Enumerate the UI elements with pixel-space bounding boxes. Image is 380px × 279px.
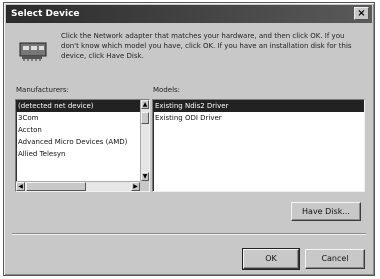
scrollbar-corner — [140, 181, 149, 191]
scroll-down-arrow-icon[interactable]: ▼ — [141, 172, 149, 181]
manufacturer-list-item[interactable]: Accton — [16, 124, 149, 136]
scroll-thumb[interactable] — [141, 112, 149, 124]
scroll-up-arrow-icon[interactable]: ▲ — [141, 100, 149, 109]
network-adapter-icon — [19, 42, 47, 61]
models-list[interactable]: Existing Ndis2 Driver Existing ODI Driver — [152, 99, 365, 192]
horizontal-scroll-thumb[interactable] — [26, 182, 86, 191]
manufacturers-vertical-scrollbar[interactable]: ▲ ▼ — [140, 100, 149, 181]
close-button[interactable]: × — [354, 7, 369, 20]
manufacturer-list-item[interactable]: Allied Telesyn — [16, 148, 149, 160]
manufacturer-list-item[interactable]: 3Com — [16, 112, 149, 124]
manufacturers-horizontal-scrollbar[interactable]: ◀ ▶ — [16, 181, 140, 191]
instruction-text: Click the Network adapter that matches y… — [61, 32, 352, 60]
title-bar: Select Device × — [6, 5, 372, 23]
model-list-item[interactable]: Existing Ndis2 Driver — [153, 100, 364, 112]
manufacturer-list-item[interactable]: Advanced Micro Devices (AMD) — [16, 136, 149, 148]
model-list-item[interactable]: Existing ODI Driver — [153, 112, 364, 124]
window-title: Select Device — [11, 9, 80, 19]
models-label: Models: — [153, 86, 181, 94]
have-disk-button[interactable]: Have Disk... — [291, 202, 361, 221]
cancel-button[interactable]: Cancel — [305, 249, 365, 269]
ok-button[interactable]: OK — [242, 248, 300, 270]
manufacturers-list[interactable]: (detected net device) 3Com Accton Advanced … — [15, 99, 150, 192]
manufacturers-label: Manufacturers: — [16, 86, 69, 94]
close-icon: × — [357, 8, 366, 19]
select-device-dialog: Select Device × Click the Network adapte… — [3, 2, 375, 276]
manufacturer-list-item[interactable]: (detected net device) — [16, 100, 149, 112]
scroll-left-arrow-icon[interactable]: ◀ — [16, 182, 25, 191]
scroll-right-arrow-icon[interactable]: ▶ — [131, 182, 140, 191]
footer-divider — [12, 233, 366, 235]
